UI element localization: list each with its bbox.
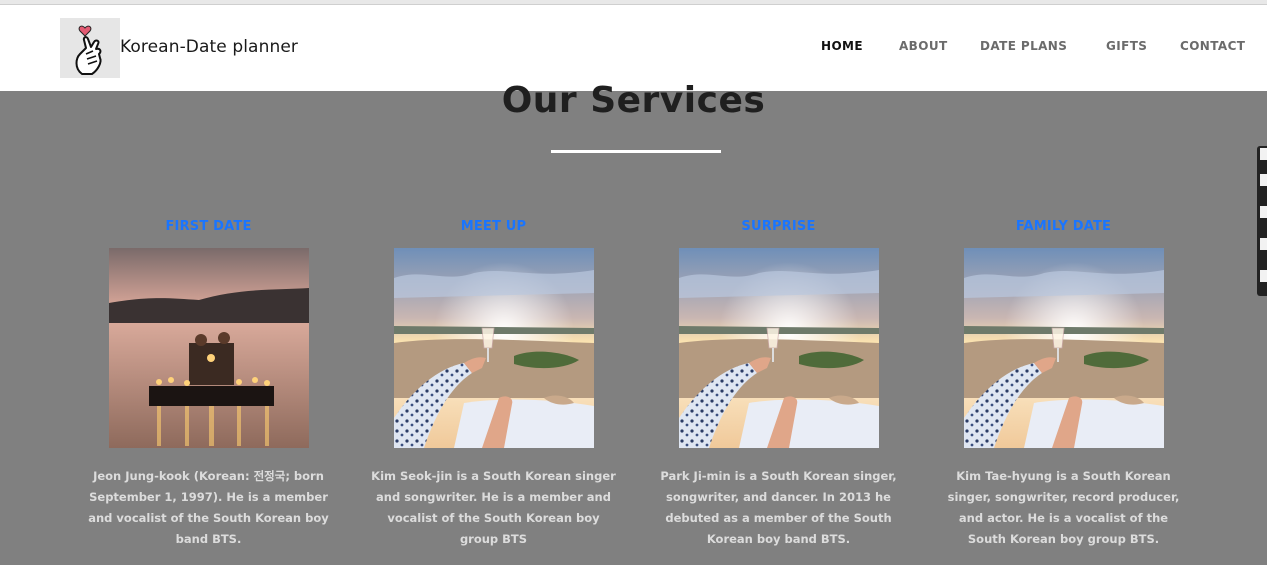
- widget-button-icon[interactable]: [1260, 238, 1267, 250]
- nav-about[interactable]: ABOUT: [899, 39, 948, 53]
- nav-gifts[interactable]: GIFTS: [1106, 39, 1147, 53]
- beach-sunset-photo: [393, 248, 594, 448]
- beach-sunset-photo: [963, 248, 1164, 448]
- nav-date-plans[interactable]: DATE PLANS: [980, 39, 1067, 53]
- card-title[interactable]: MEET UP: [351, 217, 636, 237]
- navbar: Korean-Date planner HOME ABOUT DATE PLAN…: [0, 5, 1267, 91]
- widget-button-icon[interactable]: [1260, 270, 1267, 282]
- service-card-family-date: FAMILY DATE Kim Tae-hyung is a South Kor…: [921, 217, 1206, 550]
- beach-sunset-photo: [678, 248, 879, 448]
- nav-contact[interactable]: CONTACT: [1180, 39, 1245, 53]
- lake-dinner-photo: [108, 248, 309, 448]
- brand-name[interactable]: Korean-Date planner: [120, 37, 298, 57]
- side-toolbar-widget[interactable]: [1257, 146, 1267, 296]
- brand-logo[interactable]: [60, 18, 120, 78]
- widget-button-icon[interactable]: [1260, 206, 1267, 218]
- service-card-meet-up: MEET UP Kim Seok-jin is a South Korean s…: [351, 217, 636, 550]
- card-description: Park Ji-min is a South Korean singer, so…: [660, 469, 897, 546]
- section-title: Our Services: [501, 80, 766, 121]
- card-description: Kim Tae-hyung is a South Korean singer, …: [947, 469, 1180, 546]
- title-divider: [551, 150, 721, 153]
- widget-button-icon[interactable]: [1260, 174, 1267, 186]
- card-description: Jeon Jung-kook (Korean: 전정국; born Septem…: [88, 469, 329, 546]
- card-description: Kim Seok-jin is a South Korean singer an…: [371, 469, 616, 546]
- nav-home[interactable]: HOME: [821, 39, 863, 53]
- star-icon[interactable]: [1260, 148, 1267, 160]
- card-title[interactable]: FAMILY DATE: [921, 217, 1206, 237]
- card-title[interactable]: SURPRISE: [636, 217, 921, 237]
- finger-heart-icon: [75, 25, 102, 75]
- service-card-surprise: SURPRISE Park Ji-min is a South Korean s…: [636, 217, 921, 550]
- card-title[interactable]: FIRST DATE: [66, 217, 351, 237]
- service-card-first-date: FIRST DATE Jeon Jung-kook (Korean: 전정국; …: [66, 217, 351, 550]
